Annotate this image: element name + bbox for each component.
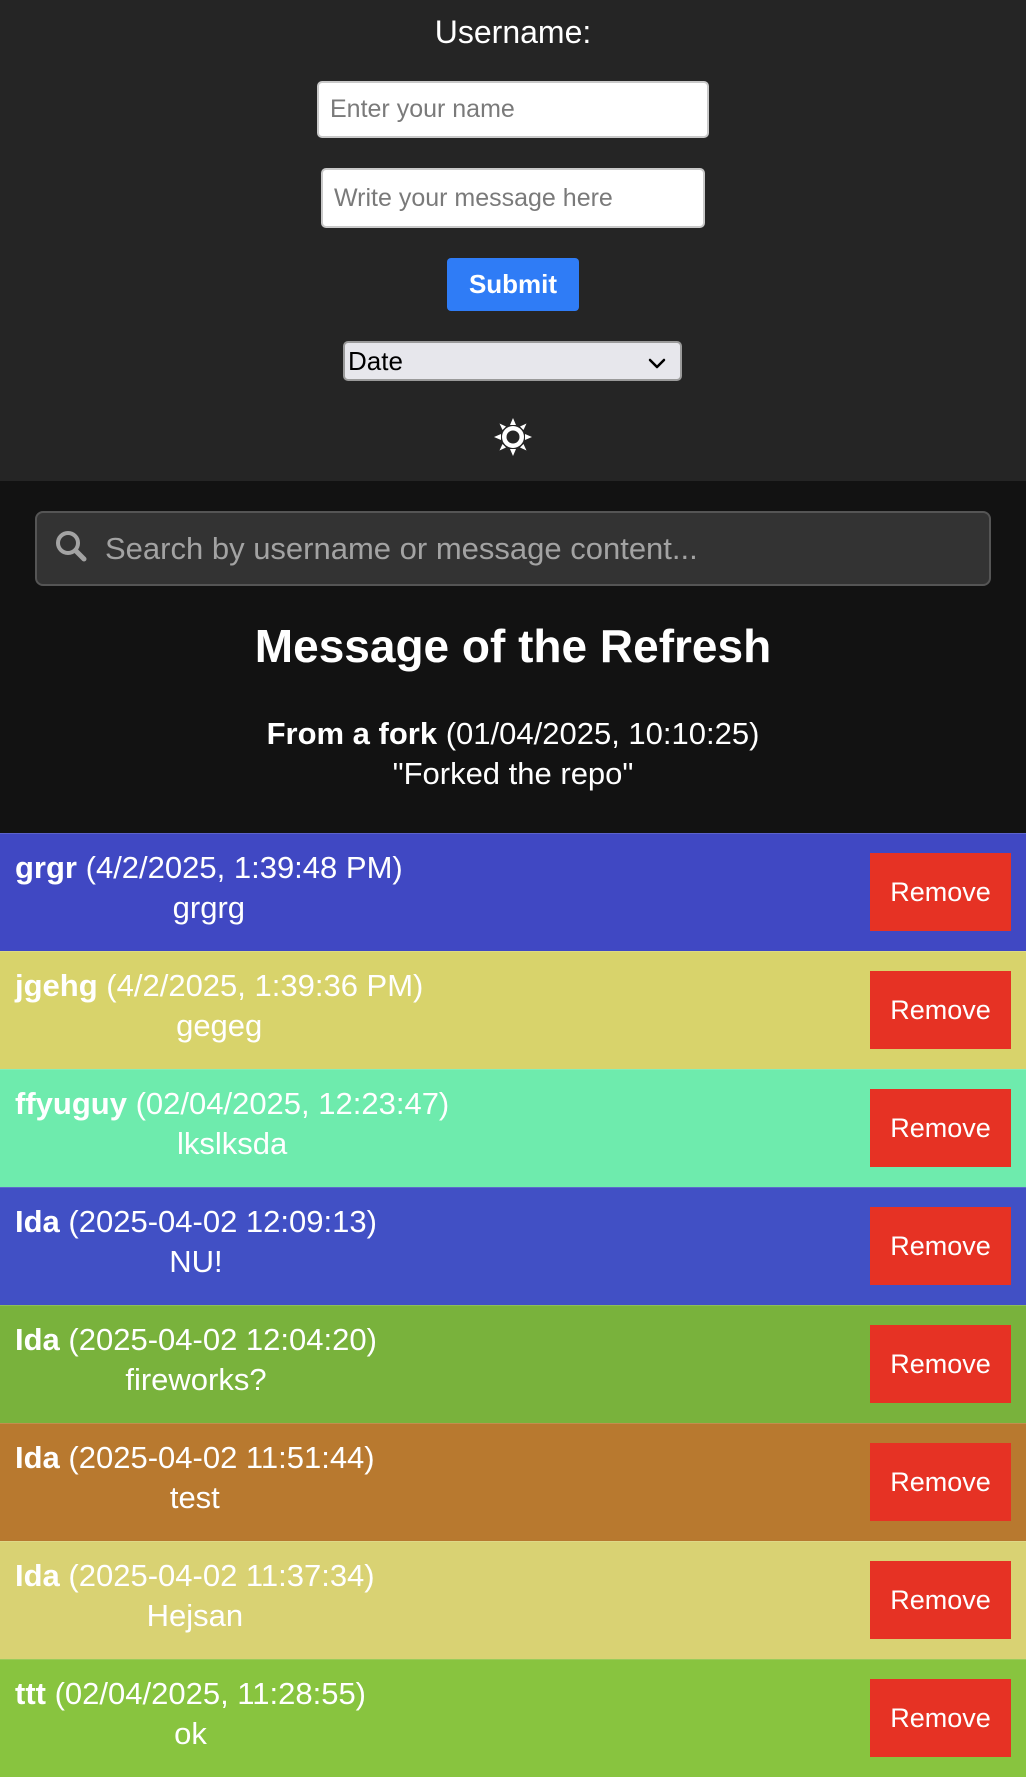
- message-text: Hejsan: [146, 1598, 244, 1633]
- message-username: grgr: [15, 850, 77, 885]
- message-timestamp: (2025-04-02 11:51:44): [68, 1440, 375, 1475]
- remove-button[interactable]: Remove: [870, 853, 1011, 931]
- message-form: Username: Submit Date: [0, 0, 1026, 481]
- featured-timestamp: (01/04/2025, 10:10:25): [445, 716, 760, 751]
- submit-button[interactable]: Submit: [447, 258, 579, 311]
- featured-meta: From a fork (01/04/2025, 10:10:25): [0, 714, 1026, 754]
- message-header: Ida (2025-04-02 12:04:20): [15, 1320, 377, 1360]
- remove-button[interactable]: Remove: [870, 971, 1011, 1049]
- message-content: ffyuguy (02/04/2025, 12:23:47) lkslksda: [15, 1084, 449, 1164]
- chevron-down-icon: [648, 346, 666, 377]
- message-input[interactable]: [321, 168, 705, 228]
- message-row: Ida (2025-04-02 11:51:44) test Remove: [0, 1423, 1026, 1541]
- message-timestamp: (4/2/2025, 1:39:48 PM): [85, 850, 403, 885]
- message-text: test: [169, 1480, 220, 1515]
- message-username: Ida: [15, 1322, 60, 1357]
- message-content: Ida (2025-04-02 12:04:20) fireworks?: [15, 1320, 377, 1400]
- message-header: grgr (4/2/2025, 1:39:48 PM): [15, 848, 403, 888]
- remove-button[interactable]: Remove: [870, 1443, 1011, 1521]
- remove-button[interactable]: Remove: [870, 1207, 1011, 1285]
- name-input[interactable]: [317, 81, 709, 138]
- message-row: Ida (2025-04-02 12:09:13) NU! Remove: [0, 1187, 1026, 1305]
- message-timestamp: (2025-04-02 12:09:13): [68, 1204, 377, 1239]
- message-header: Ida (2025-04-02 12:09:13): [15, 1202, 377, 1242]
- message-row: jgehg (4/2/2025, 1:39:36 PM) gegeg Remov…: [0, 951, 1026, 1069]
- message-timestamp: (2025-04-02 12:04:20): [68, 1322, 377, 1357]
- message-content: Ida (2025-04-02 11:51:44) test: [15, 1438, 375, 1518]
- message-text: NU!: [169, 1244, 223, 1279]
- message-text: grgrg: [172, 890, 246, 925]
- message-row: Ida (2025-04-02 12:04:20) fireworks? Rem…: [0, 1305, 1026, 1423]
- message-text: lkslksda: [177, 1126, 288, 1161]
- message-username: jgehg: [15, 968, 98, 1003]
- message-row: ffyuguy (02/04/2025, 12:23:47) lkslksda …: [0, 1069, 1026, 1187]
- message-content: Ida (2025-04-02 12:09:13) NU!: [15, 1202, 377, 1282]
- remove-button[interactable]: Remove: [870, 1325, 1011, 1403]
- sort-select-value: Date: [348, 345, 403, 376]
- message-username: Ida: [15, 1558, 60, 1593]
- message-timestamp: (4/2/2025, 1:39:36 PM): [106, 968, 424, 1003]
- message-row: Ida (2025-04-02 11:37:34) Hejsan Remove: [0, 1541, 1026, 1659]
- featured-message: "Forked the repo": [392, 756, 634, 791]
- message-text: fireworks?: [125, 1362, 267, 1397]
- message-header: Ida (2025-04-02 11:51:44): [15, 1438, 375, 1478]
- message-username: ffyuguy: [15, 1086, 127, 1121]
- message-text: ok: [174, 1716, 207, 1751]
- search-input[interactable]: [105, 518, 989, 579]
- sun-icon[interactable]: [493, 417, 533, 457]
- message-timestamp: (2025-04-02 11:37:34): [68, 1558, 375, 1593]
- remove-button[interactable]: Remove: [870, 1089, 1011, 1167]
- search-icon: [55, 530, 87, 567]
- message-content: jgehg (4/2/2025, 1:39:36 PM) gegeg: [15, 966, 423, 1046]
- message-content: Ida (2025-04-02 11:37:34) Hejsan: [15, 1556, 375, 1636]
- message-timestamp: (02/04/2025, 11:28:55): [54, 1676, 367, 1711]
- message-row: grgr (4/2/2025, 1:39:48 PM) grgrg Remove: [0, 833, 1026, 951]
- message-timestamp: (02/04/2025, 12:23:47): [135, 1086, 450, 1121]
- message-username: Ida: [15, 1204, 60, 1239]
- message-content: grgr (4/2/2025, 1:39:48 PM) grgrg: [15, 848, 403, 928]
- message-username: Ida: [15, 1440, 60, 1475]
- message-list: grgr (4/2/2025, 1:39:48 PM) grgrg Remove…: [0, 833, 1026, 1777]
- message-header: ttt (02/04/2025, 11:28:55): [15, 1674, 366, 1714]
- featured-username: From a fork: [266, 716, 438, 751]
- search-box: [35, 511, 991, 586]
- message-row: ttt (02/04/2025, 11:28:55) ok Remove: [0, 1659, 1026, 1777]
- message-text: gegeg: [176, 1008, 263, 1043]
- message-header: jgehg (4/2/2025, 1:39:36 PM): [15, 966, 423, 1006]
- remove-button[interactable]: Remove: [870, 1561, 1011, 1639]
- username-label: Username:: [434, 14, 592, 50]
- message-header: Ida (2025-04-02 11:37:34): [15, 1556, 375, 1596]
- sort-select[interactable]: Date: [343, 341, 682, 381]
- featured-heading: Message of the Refresh: [254, 620, 772, 672]
- message-username: ttt: [15, 1676, 46, 1711]
- message-header: ffyuguy (02/04/2025, 12:23:47): [15, 1084, 449, 1124]
- remove-button[interactable]: Remove: [870, 1679, 1011, 1757]
- message-content: ttt (02/04/2025, 11:28:55) ok: [15, 1674, 366, 1754]
